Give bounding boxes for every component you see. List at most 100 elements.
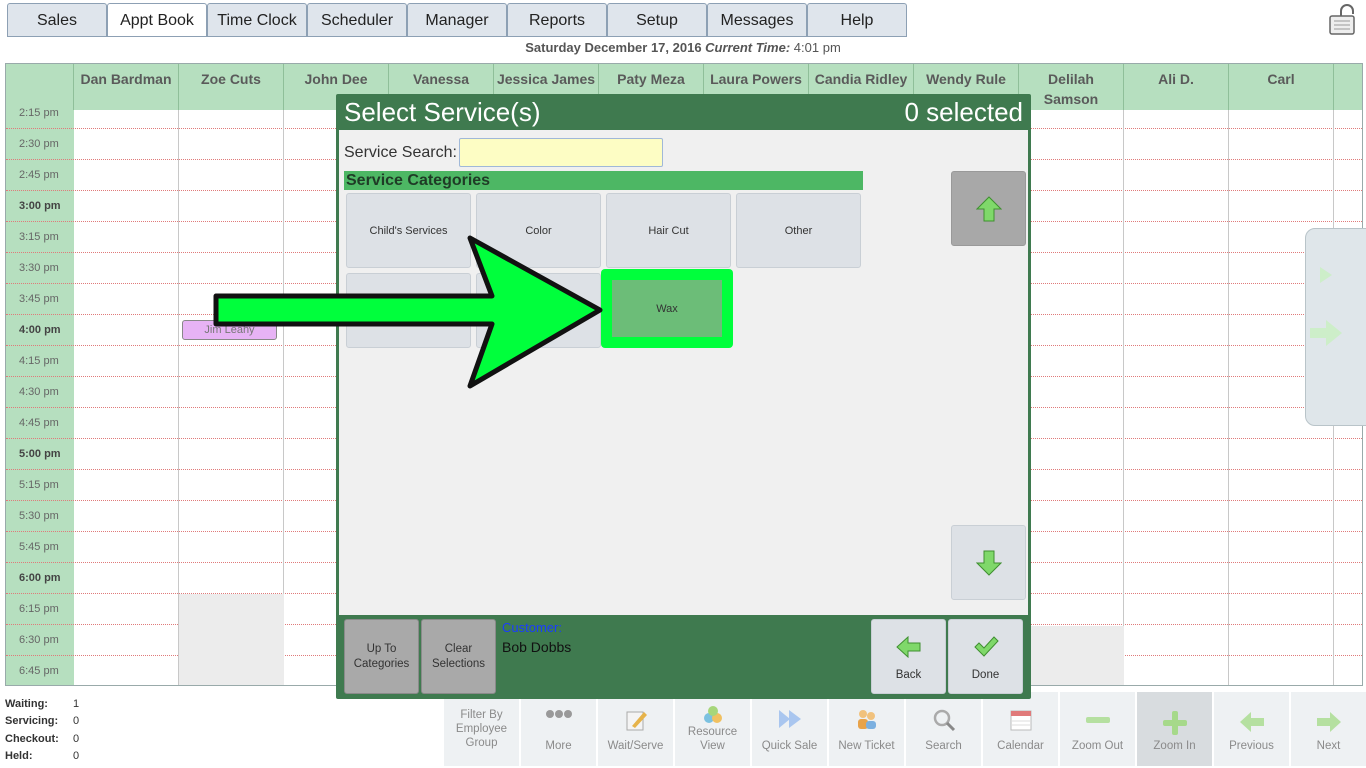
scroll-down-button[interactable] [951,525,1026,600]
arrow-up-icon [975,195,1002,221]
calendar-button[interactable]: Calendar [983,692,1058,766]
status-label: Servicing: [5,715,59,728]
current-time-label: Current Time: [705,40,791,55]
annotation-arrow [213,235,603,389]
clear-selections-button[interactable]: Clear Selections [421,619,496,694]
search-button[interactable]: Search [906,692,981,766]
tab-time-clock[interactable]: Time Clock [207,3,307,37]
button-label: Filter By Employee Group [455,709,508,749]
status-value: 0 [73,732,80,745]
button-label: More [545,740,572,752]
status-value: 0 [73,750,80,763]
up-to-categories-button[interactable]: Up To Categories [344,619,419,694]
wait-serve-button[interactable]: Wait/Serve [598,692,673,766]
category-other[interactable]: Other [736,193,861,268]
plus-icon [1162,711,1187,735]
time-slot-label: 3:15 pm [19,231,59,243]
bottom-toolbar: Filter By Employee Group More Wait/Serve… [444,692,1366,766]
button-label: Quick Sale [761,740,818,752]
status-label: Waiting: [5,697,48,710]
time-slot-label: 6:00 pm [19,572,61,584]
employee-column-header[interactable]: Carl [1229,64,1334,110]
tab-scheduler[interactable]: Scheduler [307,3,407,37]
button-label: Next [1316,740,1341,752]
time-slot-label: 2:15 pm [19,107,59,119]
service-search-input[interactable] [459,138,663,167]
unlock-icon[interactable] [1328,4,1358,36]
status-label: Held: [5,750,33,763]
button-label: Search [925,740,962,752]
tab-setup[interactable]: Setup [607,3,707,37]
previous-button[interactable]: Previous [1214,692,1289,766]
blocked-time [1019,626,1124,685]
status-label: Checkout: [5,732,59,745]
date-bar: Saturday December 17, 2016 Current Time:… [0,40,1366,58]
dialog-title: Select Service(s) [344,97,541,127]
tab-help[interactable]: Help [807,3,907,37]
arrow-down-icon [975,550,1002,576]
time-slot-label: 3:45 pm [19,293,59,305]
tab-sales[interactable]: Sales [7,3,107,37]
app-root: Sales Appt Book Time Clock Scheduler Man… [0,0,1366,768]
time-slot-label: 4:45 pm [19,417,59,429]
fast-forward-icon [778,710,801,728]
customer-name: Bob Dobbs [502,639,572,655]
current-date: Saturday December 17, 2016 [525,40,702,55]
dots-icon [545,710,572,718]
zoom-in-button[interactable]: Zoom In [1137,692,1212,766]
time-slot-label: 5:00 pm [19,448,61,460]
service-categories-header: Service Categories [344,171,863,190]
checkmark-icon [973,636,999,657]
employee-column-header[interactable]: Dan Bardman [74,64,179,110]
status-value: 1 [73,697,80,710]
time-slot-label: 5:45 pm [19,541,59,553]
employee-column-header[interactable]: Zoe Cuts [179,64,284,110]
resource-icon [703,706,722,723]
dialog-footer: Up To Categories Clear Selections Custom… [336,615,1031,699]
employee-column-header[interactable]: Ali D. [1124,64,1229,110]
time-slot-label: 6:30 pm [19,634,59,646]
tab-manager[interactable]: Manager [407,3,507,37]
side-navigation[interactable] [1305,228,1366,426]
time-slot-label: 6:45 pm [19,665,59,677]
resource-view-button[interactable]: Resource View [675,692,750,766]
tab-messages[interactable]: Messages [707,3,807,37]
magnifier-icon [933,709,955,732]
category-hair-cut[interactable]: Hair Cut [606,193,731,268]
button-label: Back [895,669,922,681]
button-label: Previous [1229,740,1274,752]
time-slot-label: 2:45 pm [19,169,59,181]
selected-count: 0 selected [904,97,1023,127]
back-button[interactable]: Back [871,619,946,694]
done-button[interactable]: Done [948,619,1023,694]
button-label: New Ticket [838,740,895,752]
tab-reports[interactable]: Reports [507,3,607,37]
scroll-up-button[interactable] [951,171,1026,246]
arrow-left-icon [895,636,920,658]
time-slot-label: 6:15 pm [19,603,59,615]
arrow-right-icon[interactable] [1308,317,1344,349]
column-divider [1228,110,1229,685]
button-label: Zoom Out [1071,740,1124,752]
employee-column-header[interactable]: Delilah Samson [1019,64,1124,110]
next-button[interactable]: Next [1291,692,1366,766]
time-slot-label: 3:30 pm [19,262,59,274]
zoom-out-button[interactable]: Zoom Out [1060,692,1135,766]
employee-column-header[interactable]: Ed [1334,64,1362,110]
time-slot-label: 3:00 pm [19,200,61,212]
quick-sale-button[interactable]: Quick Sale [752,692,827,766]
arrow-right-icon[interactable] [1316,265,1336,285]
current-time: 4:01 pm [793,40,841,55]
category-wax[interactable]: Wax [601,269,733,348]
time-slot-label: 4:00 pm [19,324,61,336]
minus-icon [1085,717,1110,723]
category-wax-label: Wax [612,280,722,337]
tab-appt-book[interactable]: Appt Book [107,3,207,37]
tab-divider [7,36,907,37]
pencil-icon [626,711,647,731]
more-button[interactable]: More [521,692,596,766]
button-label: Resource View [687,726,738,752]
status-value: 0 [73,715,80,728]
new-ticket-button[interactable]: New Ticket [829,692,904,766]
filter-employee-group-button[interactable]: Filter By Employee Group [444,692,519,766]
